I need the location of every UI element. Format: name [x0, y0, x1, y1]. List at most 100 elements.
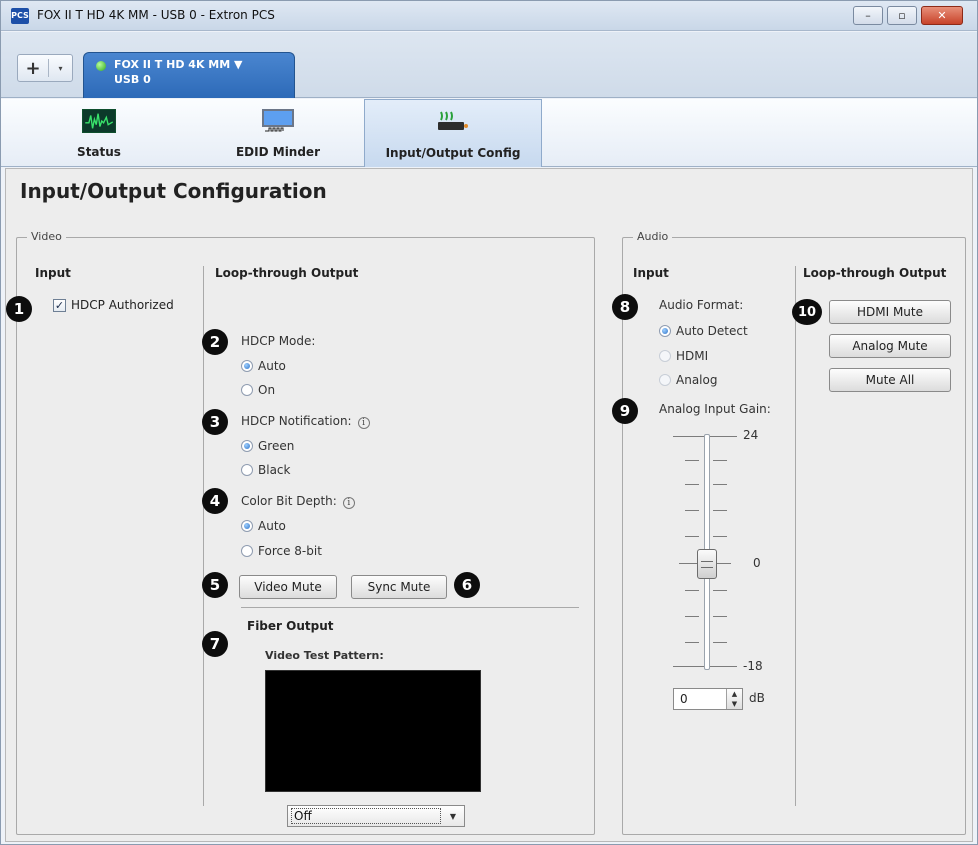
- select-value: Off: [291, 808, 441, 824]
- audio-group: Audio Input Audio Format: Auto Detect HD…: [622, 230, 966, 835]
- tab-label: Status: [77, 145, 121, 159]
- connection-status-icon: [96, 61, 106, 71]
- test-pattern-select[interactable]: Off ▼: [287, 805, 465, 827]
- radio-dot: [659, 350, 671, 362]
- callout-8: 8: [612, 294, 638, 320]
- audio-format-analog-radio[interactable]: Analog: [659, 373, 717, 387]
- add-device-button[interactable]: + ▾: [17, 54, 73, 82]
- sync-mute-button[interactable]: Sync Mute: [351, 575, 447, 599]
- audio-format-auto-radio[interactable]: Auto Detect: [659, 324, 748, 338]
- callout-4: 4: [202, 488, 228, 514]
- video-group: Video Input ✓ HDCP Authorized Loop-throu…: [16, 230, 595, 835]
- callout-2: 2: [202, 329, 228, 355]
- chevron-down-icon: ▼: [449, 812, 456, 821]
- gain-max-label: 24: [743, 428, 759, 442]
- radio-dot: [659, 374, 671, 386]
- tab-edid-minder[interactable]: EDID Minder: [193, 99, 363, 167]
- slider-tick: [685, 616, 699, 617]
- hdcp-notification-label: HDCP Notification: i: [241, 414, 370, 429]
- info-icon[interactable]: i: [342, 497, 355, 509]
- tab-status[interactable]: Status: [13, 99, 185, 167]
- hdmi-mute-button[interactable]: HDMI Mute: [829, 300, 951, 324]
- video-test-pattern-label: Video Test Pattern:: [265, 649, 384, 662]
- device-port: USB 0: [114, 73, 151, 86]
- chevron-down-icon[interactable]: ▾: [49, 64, 72, 73]
- hdcp-notification-green-radio[interactable]: Green: [241, 439, 294, 453]
- plus-icon: +: [25, 57, 41, 79]
- gain-min-label: -18: [743, 659, 763, 673]
- section-divider: [241, 607, 579, 608]
- callout-3: 3: [202, 409, 228, 435]
- radio-label: On: [258, 383, 276, 397]
- minimize-button[interactable]: –: [853, 6, 883, 25]
- device-tab[interactable]: FOX II T HD 4K MM ▼ USB 0: [83, 52, 295, 98]
- radio-dot: [241, 440, 253, 452]
- radio-dot: [241, 464, 253, 476]
- hdcp-mode-auto-radio[interactable]: Auto: [241, 359, 286, 373]
- color-bit-depth-force8-radio[interactable]: Force 8-bit: [241, 544, 322, 558]
- slider-tick: [713, 616, 727, 617]
- title-bar: PCS FOX II T HD 4K MM - USB 0 - Extron P…: [1, 1, 977, 31]
- audio-input-title: Input: [633, 266, 669, 280]
- maximize-button[interactable]: ▫: [887, 6, 917, 25]
- color-bit-depth-auto-radio[interactable]: Auto: [241, 519, 286, 533]
- io-config-panel: Input/Output Configuration Video Input ✓…: [5, 168, 973, 842]
- app-window: PCS FOX II T HD 4K MM - USB 0 - Extron P…: [0, 0, 978, 845]
- hdcp-notification-black-radio[interactable]: Black: [241, 463, 290, 477]
- audio-format-hdmi-radio[interactable]: HDMI: [659, 349, 708, 363]
- waveform-monitor-icon: [82, 109, 116, 133]
- tab-input-output-config[interactable]: Input/Output Config: [364, 99, 542, 167]
- group-legend: Video: [27, 230, 66, 243]
- mute-all-button[interactable]: Mute All: [829, 368, 951, 392]
- video-mute-button[interactable]: Video Mute: [239, 575, 337, 599]
- slider-tick: [713, 536, 727, 537]
- radio-dot: [241, 520, 253, 532]
- slider-tick: [685, 460, 699, 461]
- gain-value-input[interactable]: 0 ▲ ▼: [673, 688, 743, 710]
- analog-input-gain-label: Analog Input Gain:: [659, 402, 771, 416]
- tab-label: EDID Minder: [235, 145, 320, 159]
- slider-thumb[interactable]: [697, 549, 717, 579]
- radio-label: Analog: [676, 373, 718, 387]
- radio-dot: [241, 384, 253, 396]
- radio-label: Auto: [258, 359, 286, 373]
- slider-tick: [685, 484, 699, 485]
- hdcp-mode-on-radio[interactable]: On: [241, 383, 275, 397]
- toolbar: Status EDID Minder Input/Output Config: [1, 99, 977, 167]
- window-controls: – ▫ ✕: [853, 6, 963, 25]
- check-icon: ✓: [53, 298, 66, 312]
- hdcp-authorized-checkbox[interactable]: ✓ HDCP Authorized: [53, 298, 174, 312]
- slider-tick: [685, 642, 699, 643]
- stepper-arrows-icon[interactable]: ▲ ▼: [726, 689, 742, 709]
- close-button[interactable]: ✕: [921, 6, 963, 25]
- slider-tick: [713, 510, 727, 511]
- callout-6: 6: [454, 572, 480, 598]
- window-title: FOX II T HD 4K MM - USB 0 - Extron PCS: [37, 8, 275, 22]
- app-icon: PCS: [11, 8, 29, 24]
- slider-tick: [713, 590, 727, 591]
- spin-value: 0: [680, 692, 688, 706]
- radio-label: Auto Detect: [676, 324, 748, 338]
- radio-label: Black: [258, 463, 291, 477]
- device-tab-strip: + ▾ FOX II T HD 4K MM ▼ USB 0: [1, 32, 977, 98]
- audio-format-label: Audio Format:: [659, 298, 744, 312]
- callout-5: 5: [202, 572, 228, 598]
- slider-tick: [685, 536, 699, 537]
- radio-label: Green: [258, 439, 295, 453]
- device-name: FOX II T HD 4K MM ▼: [114, 58, 243, 71]
- hdcp-mode-label: HDCP Mode:: [241, 334, 316, 348]
- radio-dot: [659, 325, 671, 337]
- fiber-output-title: Fiber Output: [247, 619, 334, 633]
- callout-7: 7: [202, 631, 228, 657]
- audio-loop-output-title: Loop-through Output: [803, 266, 947, 280]
- gain-unit-label: dB: [749, 691, 765, 705]
- slider-tick: [685, 590, 699, 591]
- info-icon[interactable]: i: [357, 417, 370, 429]
- gain-mid-label: 0: [753, 556, 761, 570]
- checkbox-label: HDCP Authorized: [71, 298, 174, 312]
- video-input-title: Input: [35, 266, 71, 280]
- radio-dot: [241, 545, 253, 557]
- slider-tick: [685, 510, 699, 511]
- analog-mute-button[interactable]: Analog Mute: [829, 334, 951, 358]
- label-text: HDCP Notification:: [241, 414, 352, 428]
